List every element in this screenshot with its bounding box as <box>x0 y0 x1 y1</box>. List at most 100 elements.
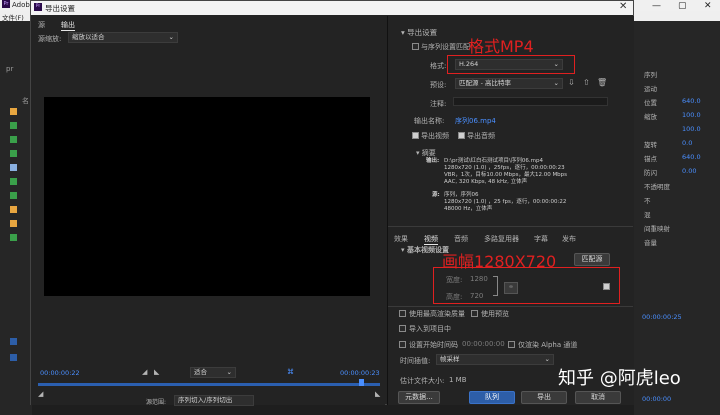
match-source-button[interactable]: 匹配源 <box>574 253 610 266</box>
effect-control-row[interactable]: 序列 <box>644 69 657 79</box>
summary-source-line: 1280x720 (1.0) ，25 fps，逐行，00:00:00:22 <box>444 199 567 205</box>
effect-control-row[interactable]: 音量 <box>644 237 657 247</box>
height-value: 720 <box>470 292 484 300</box>
effect-control-value[interactable]: 0.0 <box>682 139 692 147</box>
bg-left-item: 名 <box>22 97 29 105</box>
output-name-link[interactable]: 序列06.mp4 <box>455 116 496 126</box>
timecode-start[interactable]: 00:00:00:22 <box>40 369 80 377</box>
export-audio-checkbox[interactable] <box>458 132 465 139</box>
preset-select[interactable]: 匹配源 - 高比特率 ⌄ <box>455 78 563 89</box>
effect-control-row[interactable]: 运动 <box>644 83 657 93</box>
effect-control-row[interactable]: 不 <box>644 195 651 205</box>
use-preview-checkbox[interactable] <box>471 310 478 317</box>
out-point-icon[interactable]: ◣ <box>375 390 380 398</box>
label-color-swatch <box>10 136 17 143</box>
import-preset-icon[interactable]: ⇧ <box>583 78 590 87</box>
effect-control-row[interactable]: 旋转 0.0 <box>644 139 692 149</box>
bg-timecode: 00:00:00 <box>642 395 672 403</box>
render-alpha-checkbox[interactable] <box>508 341 515 348</box>
effect-control-row[interactable]: 间重映射 <box>644 223 670 233</box>
import-project-checkbox[interactable] <box>399 325 406 332</box>
max-render-checkbox[interactable] <box>399 310 406 317</box>
source-scaling-select[interactable]: 缩放以适合 ⌄ <box>68 32 178 43</box>
effect-control-value[interactable]: 640.0 <box>682 97 701 105</box>
tab-multiplexer[interactable]: 多路复用器 <box>484 234 519 244</box>
timecode-end: 00:00:00:23 <box>340 369 380 377</box>
video-preview <box>44 97 370 296</box>
close-icon[interactable]: ✕ <box>619 1 627 12</box>
effect-control-value[interactable]: 640.0 <box>682 153 701 161</box>
start-tc-value: 00:00:00:00 <box>462 340 505 348</box>
effect-control-label: 防闪 <box>644 169 657 177</box>
playhead-icon[interactable] <box>359 379 364 386</box>
minimize-icon[interactable]: — <box>652 1 661 11</box>
match-size-checkbox[interactable] <box>603 283 610 290</box>
fit-value: 适合 <box>194 368 207 376</box>
crop-icon[interactable]: ⌘ <box>287 368 294 376</box>
label-color-swatch <box>10 220 17 227</box>
effect-control-row[interactable]: 缩放 100.0 <box>644 111 701 121</box>
cancel-button[interactable]: 取消 <box>575 391 621 404</box>
summary-source-line: 48000 Hz，立体声 <box>444 206 493 212</box>
effect-control-row[interactable]: 锚点 640.0 <box>644 153 701 163</box>
tab-video[interactable]: 视频 <box>424 234 438 245</box>
file-size-label: 估计文件大小: <box>400 377 445 385</box>
comment-input[interactable] <box>453 97 608 106</box>
dialog-title: 导出设置 <box>45 4 75 13</box>
track-toggle[interactable] <box>10 338 17 345</box>
export-audio-label: 导出音频 <box>467 132 495 140</box>
app-title: Adob <box>12 1 30 9</box>
export-video-checkbox[interactable] <box>412 132 419 139</box>
effect-control-value[interactable]: 0.00 <box>682 167 696 175</box>
effect-control-row[interactable]: 位置 640.0 <box>644 97 701 107</box>
summary-header-text: 摘要 <box>421 149 436 157</box>
effect-control-value[interactable]: 100.0 <box>682 111 701 119</box>
tab-publish[interactable]: 发布 <box>562 234 576 244</box>
chevron-down-icon: ⌄ <box>168 33 174 41</box>
file-size-value: 1 MB <box>449 376 467 384</box>
effect-control-row[interactable]: 防闪 0.00 <box>644 167 696 177</box>
export-header-text: 导出设置 <box>407 28 438 37</box>
height-label: 高度: <box>446 293 463 301</box>
tab-captions[interactable]: 字幕 <box>534 234 548 244</box>
width-value: 1280 <box>470 275 488 283</box>
maximize-icon[interactable]: ▢ <box>678 1 687 11</box>
tab-source[interactable]: 源 <box>38 20 45 30</box>
source-scaling-value: 缩放以适合 <box>72 33 105 41</box>
effect-control-label: 缩放 <box>644 113 657 121</box>
effect-control-row[interactable]: 混 <box>644 209 651 219</box>
summary-output-line: D:\pr测试\红白石测试项目\序列06.mp4 <box>444 158 543 164</box>
chevron-down-icon: ⌄ <box>553 79 559 87</box>
export-button[interactable]: 导出 <box>521 391 567 404</box>
tab-effects[interactable]: 效果 <box>394 234 408 244</box>
effect-control-row[interactable]: 不透明度 <box>644 181 670 191</box>
label-color-swatch <box>10 178 17 185</box>
track-toggle[interactable] <box>10 354 17 361</box>
metadata-button[interactable]: 元数据... <box>398 391 440 404</box>
export-settings-header: ▾ 导出设置 <box>401 27 437 38</box>
effect-control-label: 音量 <box>644 239 657 247</box>
tab-audio[interactable]: 音频 <box>454 234 468 244</box>
fit-select[interactable]: 适合 ⌄ <box>190 367 236 378</box>
effect-control-value[interactable]: 100.0 <box>682 125 701 133</box>
effect-control-label: 混 <box>644 211 651 219</box>
source-range-select[interactable]: 序列切入/序列切出 <box>174 395 254 406</box>
delete-preset-icon[interactable]: 🗑 <box>597 78 607 87</box>
set-start-tc-checkbox[interactable] <box>399 341 406 348</box>
link-dimensions-icon[interactable]: ∞ <box>504 282 518 294</box>
match-sequence-checkbox[interactable] <box>412 43 419 50</box>
save-preset-icon[interactable]: ⇩ <box>568 78 575 87</box>
label-color-swatch <box>10 164 17 171</box>
time-interp-label: 时间插值: <box>400 357 431 365</box>
summary-source-line: 序列，序列06 <box>444 192 479 198</box>
label-color-swatch <box>10 234 17 241</box>
close-icon[interactable]: ✕ <box>704 1 712 11</box>
in-point-icon[interactable]: ◢ <box>38 390 43 398</box>
time-interp-select[interactable]: 帧采样 ⌄ <box>436 354 554 365</box>
mark-out-icon[interactable]: ◣ <box>154 368 159 376</box>
tab-output[interactable]: 输出 <box>61 20 75 31</box>
timeline-bar[interactable] <box>38 383 380 386</box>
queue-button[interactable]: 队列 <box>469 391 515 404</box>
effect-control-label: 间重映射 <box>644 225 670 233</box>
mark-in-icon[interactable]: ◢ <box>142 368 147 376</box>
